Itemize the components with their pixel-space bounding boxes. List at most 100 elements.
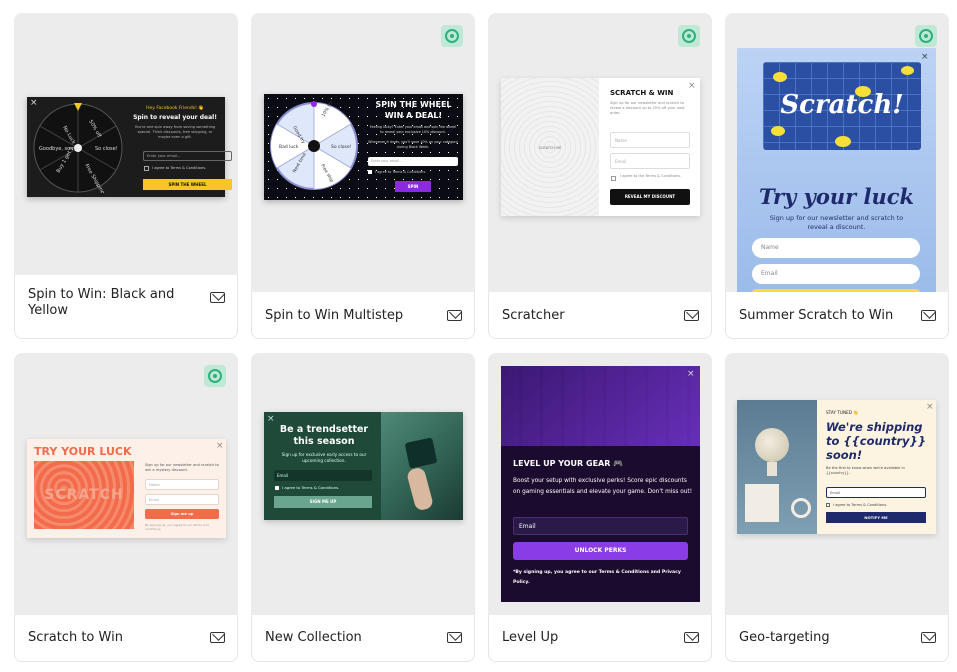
popup-heading: Be a trendsetter this season bbox=[279, 424, 369, 447]
scratch-area[interactable]: Scratch! bbox=[763, 62, 921, 150]
prize-wheel: No Luck 50% off So close! Free Shipping … bbox=[33, 103, 123, 193]
pedestal bbox=[745, 484, 779, 522]
close-icon[interactable]: × bbox=[688, 82, 696, 91]
popup-body: Be the first to know when we're availabl… bbox=[826, 466, 905, 475]
popup-heading: LEVEL UP YOUR GEAR 🎮 bbox=[513, 459, 624, 468]
email-field[interactable]: Email bbox=[752, 264, 920, 284]
globe-stand bbox=[767, 462, 777, 476]
cup bbox=[791, 498, 811, 518]
scratch-area[interactable]: SCRATCH bbox=[34, 461, 134, 529]
template-card[interactable]: × LEVEL UP YOUR GEAR 🎮 Boost your setup … bbox=[488, 353, 712, 662]
email-icon bbox=[921, 310, 936, 321]
notify-button[interactable]: NOTIFY ME bbox=[826, 512, 926, 523]
popup-heading: We're shipping to {{country}} soon! bbox=[826, 420, 926, 462]
consent-checkbox[interactable] bbox=[611, 176, 616, 181]
popup-body: You're one spin away from saving somethi… bbox=[134, 125, 216, 139]
card-footer: Level Up bbox=[488, 615, 712, 662]
template-preview[interactable]: 10% Discount So close! Free ship Next ti… bbox=[251, 13, 475, 292]
popup-preview: × LEVEL UP YOUR GEAR 🎮 Boost your setup … bbox=[501, 366, 700, 602]
email-field[interactable]: Email bbox=[826, 487, 926, 498]
email-icon bbox=[210, 632, 225, 643]
template-card[interactable]: × Be a trendsetter this season Sign up f… bbox=[251, 353, 475, 662]
globe-icon bbox=[755, 428, 789, 462]
popup-heading: TRY YOUR LUCK bbox=[34, 445, 132, 458]
email-icon bbox=[921, 632, 936, 643]
spin-button[interactable]: SPIN THE WHEEL bbox=[143, 179, 232, 190]
template-card[interactable]: × TRY YOUR LUCK SCRATCH Sign up for our … bbox=[14, 353, 238, 662]
template-grid: × No Luck 50% off So close! Free Shippin… bbox=[0, 0, 957, 672]
consent-checkbox[interactable] bbox=[826, 503, 830, 507]
consent-checkbox[interactable] bbox=[275, 486, 279, 490]
popup-preview: SCRATCH ME × SCRATCH & WIN Sign up for o… bbox=[501, 78, 700, 216]
close-icon[interactable]: × bbox=[687, 370, 695, 379]
email-field[interactable]: Email bbox=[145, 494, 219, 505]
consent-label: I agree to Terms & Conditions. bbox=[833, 503, 888, 507]
close-icon[interactable]: × bbox=[216, 442, 224, 451]
consent-label: I agree to Terms & Conditions. bbox=[152, 166, 207, 170]
popup-body-2: Whenever it lands, you'll save 10% on yo… bbox=[368, 140, 458, 149]
consent-label: I agree to Terms & Conditions. bbox=[282, 485, 340, 490]
keyboard-image bbox=[501, 366, 700, 446]
template-title: Summer Scratch to Win bbox=[739, 308, 894, 323]
email-field[interactable]: Email bbox=[610, 153, 690, 169]
card-footer: Geo-targeting bbox=[725, 615, 949, 662]
template-title: Scratch to Win bbox=[28, 630, 123, 645]
popup-body: Sign up for exclusive early access to ou… bbox=[281, 452, 367, 463]
template-preview[interactable]: × No Luck 50% off So close! Free Shippin… bbox=[14, 13, 238, 275]
popup-heading: Try your luck bbox=[758, 184, 915, 209]
name-field[interactable]: Name bbox=[752, 238, 920, 258]
close-icon[interactable]: × bbox=[267, 415, 275, 424]
template-preview[interactable]: SCRATCH ME × SCRATCH & WIN Sign up for o… bbox=[488, 13, 712, 292]
consent-label: I agree to Terms & Conditions. bbox=[375, 170, 427, 174]
close-icon[interactable]: × bbox=[926, 403, 934, 412]
card-footer: Scratch to Win bbox=[14, 615, 238, 662]
email-field[interactable]: Enter your email... bbox=[368, 157, 458, 166]
popup-subheading: WIN A DEAL! bbox=[384, 111, 443, 120]
template-card[interactable]: × Scratch! Try your luck Sign up for our… bbox=[725, 13, 949, 339]
popup-body: Feeling lucky? Enter your email and spin… bbox=[369, 125, 457, 134]
popup-body: Sign up for our newsletter and scratch t… bbox=[769, 214, 904, 231]
template-preview[interactable]: × Be a trendsetter this season Sign up f… bbox=[251, 353, 475, 615]
template-card[interactable]: × No Luck 50% off So close! Free Shippin… bbox=[14, 13, 238, 339]
name-field[interactable]: Name bbox=[610, 132, 690, 148]
email-field[interactable]: Email bbox=[274, 470, 372, 481]
popup-preview: × Scratch! Try your luck Sign up for our… bbox=[737, 48, 936, 292]
email-icon bbox=[684, 632, 699, 643]
product-image bbox=[381, 412, 463, 520]
consent-checkbox[interactable] bbox=[368, 170, 372, 174]
template-card[interactable]: SCRATCH ME × SCRATCH & WIN Sign up for o… bbox=[488, 13, 712, 339]
email-icon bbox=[684, 310, 699, 321]
wheel-label: So close! bbox=[331, 144, 352, 150]
footnote: *By signing up, you agree to our Terms &… bbox=[513, 570, 681, 585]
email-field[interactable]: Enter your email... bbox=[143, 151, 232, 161]
signup-button[interactable]: Sign me up bbox=[145, 509, 219, 519]
template-title: New Collection bbox=[265, 630, 362, 645]
hand-image bbox=[405, 466, 435, 512]
template-preview[interactable]: × STAY TUNED 👋 We're shipping to {{count… bbox=[725, 353, 949, 615]
reveal-button[interactable]: REVEAL MY DISCOUNT bbox=[610, 189, 690, 205]
gamification-icon bbox=[678, 25, 700, 47]
unlock-button[interactable]: UNLOCK PERKS bbox=[513, 542, 688, 560]
scratch-word: SCRATCH bbox=[44, 487, 124, 503]
template-title: Geo-targeting bbox=[739, 630, 830, 645]
email-field[interactable]: Email bbox=[513, 517, 688, 535]
popup-preview: × STAY TUNED 👋 We're shipping to {{count… bbox=[737, 400, 936, 534]
scratch-area[interactable]: SCRATCH ME bbox=[501, 78, 599, 216]
card-footer: New Collection bbox=[251, 615, 475, 662]
bag-icon bbox=[404, 437, 438, 469]
template-card[interactable]: 10% Discount So close! Free ship Next ti… bbox=[251, 13, 475, 339]
name-field[interactable]: Name bbox=[145, 479, 219, 490]
template-preview[interactable]: × TRY YOUR LUCK SCRATCH Sign up for our … bbox=[14, 353, 238, 615]
template-preview[interactable]: × Scratch! Try your luck Sign up for our… bbox=[725, 13, 949, 292]
template-preview[interactable]: × LEVEL UP YOUR GEAR 🎮 Boost your setup … bbox=[488, 353, 712, 615]
popup-preview: × Be a trendsetter this season Sign up f… bbox=[264, 412, 463, 520]
close-icon[interactable]: × bbox=[921, 53, 929, 62]
template-title: Spin to Win: Black and Yellow bbox=[28, 287, 175, 318]
popup-preview: × TRY YOUR LUCK SCRATCH Sign up for our … bbox=[27, 439, 226, 538]
lemon-icon bbox=[773, 72, 787, 82]
consent-checkbox[interactable] bbox=[144, 166, 149, 171]
signup-button[interactable]: SIGN ME UP bbox=[274, 496, 372, 508]
template-card[interactable]: × STAY TUNED 👋 We're shipping to {{count… bbox=[725, 353, 949, 662]
spin-button[interactable]: SPIN bbox=[395, 181, 431, 192]
scratch-word: Scratch! bbox=[780, 90, 904, 120]
